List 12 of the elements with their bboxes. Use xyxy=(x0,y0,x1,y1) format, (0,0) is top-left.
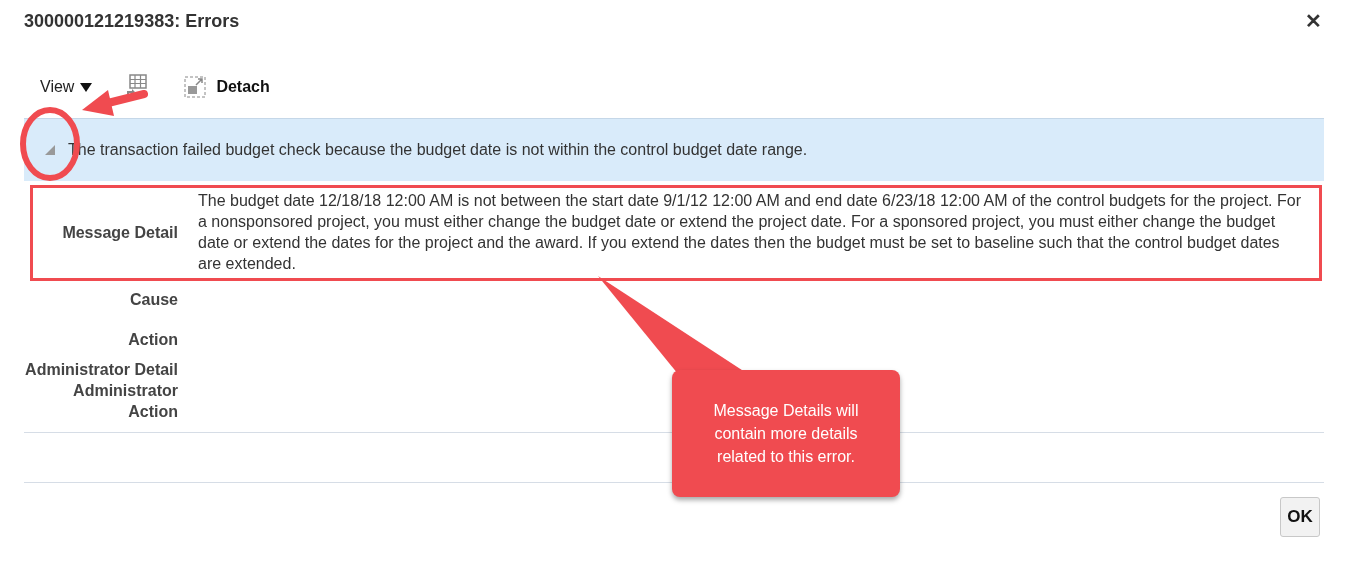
detail-label: Action xyxy=(127,330,178,350)
ok-button[interactable]: OK xyxy=(1280,497,1320,537)
view-menu[interactable]: View xyxy=(40,75,93,99)
annotation-callout: Message Details will contain more details related to this error. xyxy=(672,370,900,497)
detail-label: Administrator Action xyxy=(72,381,178,422)
close-button[interactable]: ✕ xyxy=(1301,6,1326,36)
detach-button[interactable]: Detach xyxy=(184,75,270,99)
detail-label: Administrator Detail xyxy=(24,360,178,380)
dialog-title: 300000121219383: Errors xyxy=(24,9,240,33)
detail-value: The budget date 12/18/18 12:00 AM is not between the start date 9/1/12 12:00 AM and end date 6/23/18 12:00 AM of the control budgets for the project. For a nonsponsored project, you must either change the budget date or extend the project date. For a sponsored project, you must either change the budget date or extend the dates for the project and the award. If you extend the dates then the budget must be set to baseline such that the control budget dates are extended. xyxy=(198,191,1302,274)
detail-label: Message Detail xyxy=(61,222,178,243)
detail-label: Cause xyxy=(128,290,178,310)
